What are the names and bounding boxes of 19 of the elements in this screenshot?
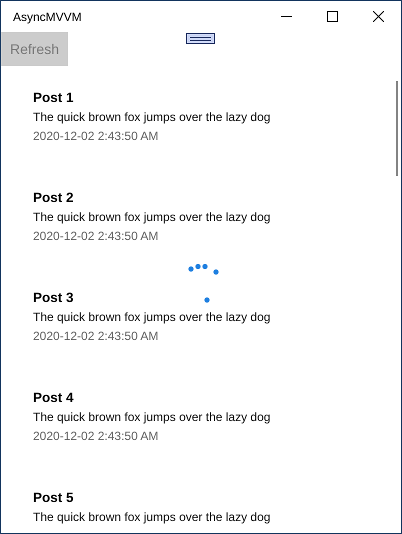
scrollbar[interactable] (396, 81, 398, 176)
post-body: The quick brown fox jumps over the lazy dog (33, 310, 270, 324)
post-title: Post 3 (33, 290, 74, 305)
post-title: Post 2 (33, 190, 74, 205)
close-icon (372, 11, 384, 22)
post-title: Post 5 (33, 490, 74, 505)
post-date: 2020-12-02 2:43:50 AM (33, 229, 158, 243)
post-date: 2020-12-02 2:43:50 AM (33, 429, 158, 443)
post-body: The quick brown fox jumps over the lazy dog (33, 210, 270, 224)
post-body: The quick brown fox jumps over the lazy dog (33, 410, 270, 424)
window-title: AsyncMVVM (13, 10, 83, 24)
post-body: The quick brown fox jumps over the lazy dog (33, 510, 270, 524)
maximize-icon (326, 11, 338, 22)
post-date: 2020-12-02 2:43:50 AM (33, 329, 158, 343)
post-body: The quick brown fox jumps over the lazy dog (33, 110, 270, 124)
grip-handle-icon[interactable] (186, 33, 215, 44)
post-title: Post 1 (33, 90, 74, 105)
post-date: 2020-12-02 2:43:50 AM (33, 129, 158, 143)
post-title: Post 4 (33, 390, 74, 405)
